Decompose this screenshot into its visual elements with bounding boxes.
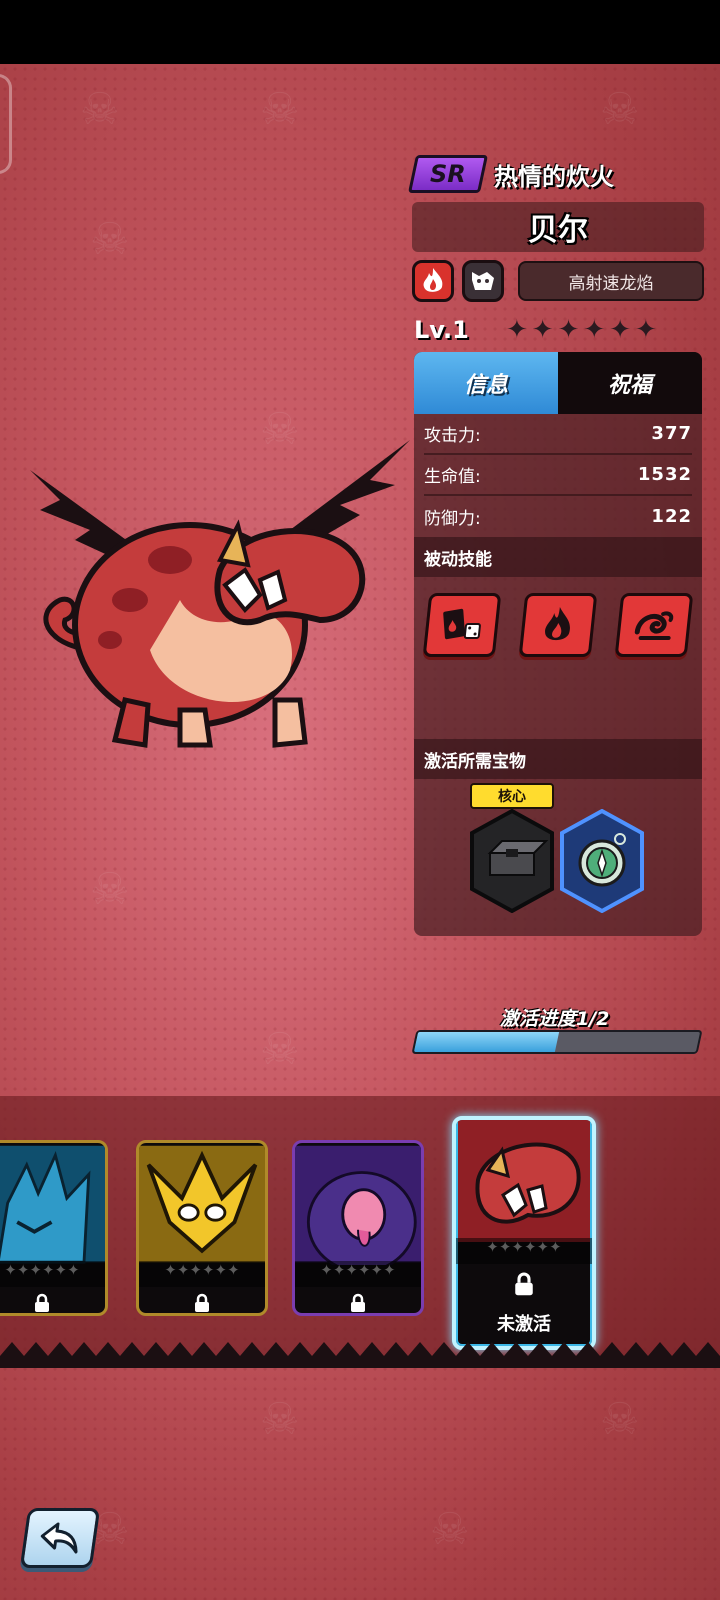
bg-pattern-icon: ☠ <box>260 84 300 135</box>
type-row: 高射速龙焰 <box>412 258 704 304</box>
star-icon: ✦ <box>634 315 657 345</box>
stat-row-hp: 生命值: 1532 <box>424 455 692 496</box>
character-card[interactable]: ✦✦✦✦✦✦ <box>292 1140 424 1316</box>
stat-label: 防御力: <box>424 509 481 529</box>
character-card-selected[interactable]: ✦✦✦✦✦✦ 未激活 <box>452 1116 596 1350</box>
bg-pattern-icon: ☠ <box>80 84 120 135</box>
back-arrow-icon <box>40 1522 78 1554</box>
activation-progress-bar <box>411 1030 703 1054</box>
card-status: 未激活 <box>497 1314 551 1335</box>
lock-icon <box>139 1289 265 1313</box>
beast-face-icon[interactable] <box>462 260 504 302</box>
card-stars: ✦✦✦✦✦✦ <box>0 1261 105 1287</box>
rarity-badge: SR <box>407 155 489 193</box>
bg-pattern-icon: ☠ <box>260 1394 300 1445</box>
cards-dice-icon[interactable] <box>422 593 502 657</box>
level-text: Lv.1 <box>414 316 469 344</box>
star-icon: ✦ <box>583 315 606 345</box>
card-stars: ✦✦✦✦✦✦ <box>295 1261 421 1287</box>
treasures-title: 激活所需宝物 <box>414 739 702 779</box>
star-icon: ✦ <box>506 315 528 345</box>
stat-label: 攻击力: <box>424 426 481 446</box>
red-dragon-bell-art <box>458 1120 590 1242</box>
bg-pattern-icon: ☠ <box>90 864 130 915</box>
star-rating: ✦ ✦ ✦ ✦ ✦ ✦ <box>506 315 657 345</box>
card-stars: ✦✦✦✦✦✦ <box>139 1261 265 1287</box>
flame-icon[interactable] <box>518 593 598 657</box>
stat-row-attack: 攻击力: 377 <box>424 414 692 455</box>
bg-pattern-icon: ☠ <box>90 214 130 265</box>
info-panel: 信息 祝福 攻击力: 377 生命值: 1532 防御力: 122 被动技能 激… <box>414 352 702 936</box>
lock-icon <box>456 1270 592 1298</box>
stat-row-defense: 防御力: 122 <box>424 496 692 537</box>
compass-treasure-icon[interactable] <box>560 809 644 913</box>
rarity-title-row: SR 热情的炊火 <box>407 154 614 194</box>
passive-skills-list <box>414 577 702 739</box>
passive-skills-title: 被动技能 <box>414 537 702 577</box>
core-tag: 核心 <box>470 783 554 809</box>
yellow-spiky-beast-art <box>139 1145 265 1263</box>
wind-swirl-icon[interactable] <box>614 593 694 657</box>
tab-blessing[interactable]: 祝福 <box>558 352 702 414</box>
character-card[interactable]: ✦✦✦✦✦✦ <box>136 1140 268 1316</box>
character-name: 贝尔 <box>528 213 588 248</box>
level-row: Lv.1 ✦ ✦ ✦ ✦ ✦ ✦ <box>414 310 706 350</box>
lock-icon <box>295 1289 421 1313</box>
skill-name-button[interactable]: 高射速龙焰 <box>518 261 704 301</box>
tab-info[interactable]: 信息 <box>414 352 558 414</box>
stat-value: 122 <box>651 506 692 527</box>
fire-icon[interactable] <box>412 260 454 302</box>
star-icon: ✦ <box>609 315 631 345</box>
card-stars: ✦✦✦✦✦✦ <box>456 1238 592 1264</box>
character-title: 热情的炊火 <box>494 162 614 191</box>
activation-progress-fill <box>413 1032 560 1052</box>
bg-pattern-icon: ☠ <box>600 1394 640 1445</box>
bg-pattern-icon: ☠ <box>430 1504 470 1555</box>
character-portrait <box>30 440 410 748</box>
back-button[interactable] <box>19 1508 101 1568</box>
purple-ghost-beast-art <box>295 1145 421 1265</box>
blue-ice-beast-art <box>0 1145 105 1264</box>
character-name-plate: 贝尔 <box>412 202 704 252</box>
stat-value: 1532 <box>637 464 692 485</box>
star-icon: ✦ <box>531 315 554 345</box>
activation-progress-label: 激活进度1/2 <box>500 1008 610 1030</box>
star-icon: ✦ <box>557 315 580 345</box>
spiked-divider <box>0 1342 720 1368</box>
tab-bar: 信息 祝福 <box>414 352 702 414</box>
side-panel-edge[interactable] <box>0 74 12 174</box>
character-card[interactable]: ✦✦✦✦✦✦ <box>0 1140 108 1316</box>
treasures-list: 核心 <box>414 779 702 929</box>
status-bar <box>0 0 720 64</box>
lock-icon <box>0 1289 105 1313</box>
bg-pattern-icon: ☠ <box>600 84 640 135</box>
stat-value: 377 <box>651 423 692 444</box>
bg-pattern-icon: ☠ <box>260 1024 300 1075</box>
stat-label: 生命值: <box>424 467 481 487</box>
dark-box-treasure-icon[interactable] <box>470 809 554 913</box>
